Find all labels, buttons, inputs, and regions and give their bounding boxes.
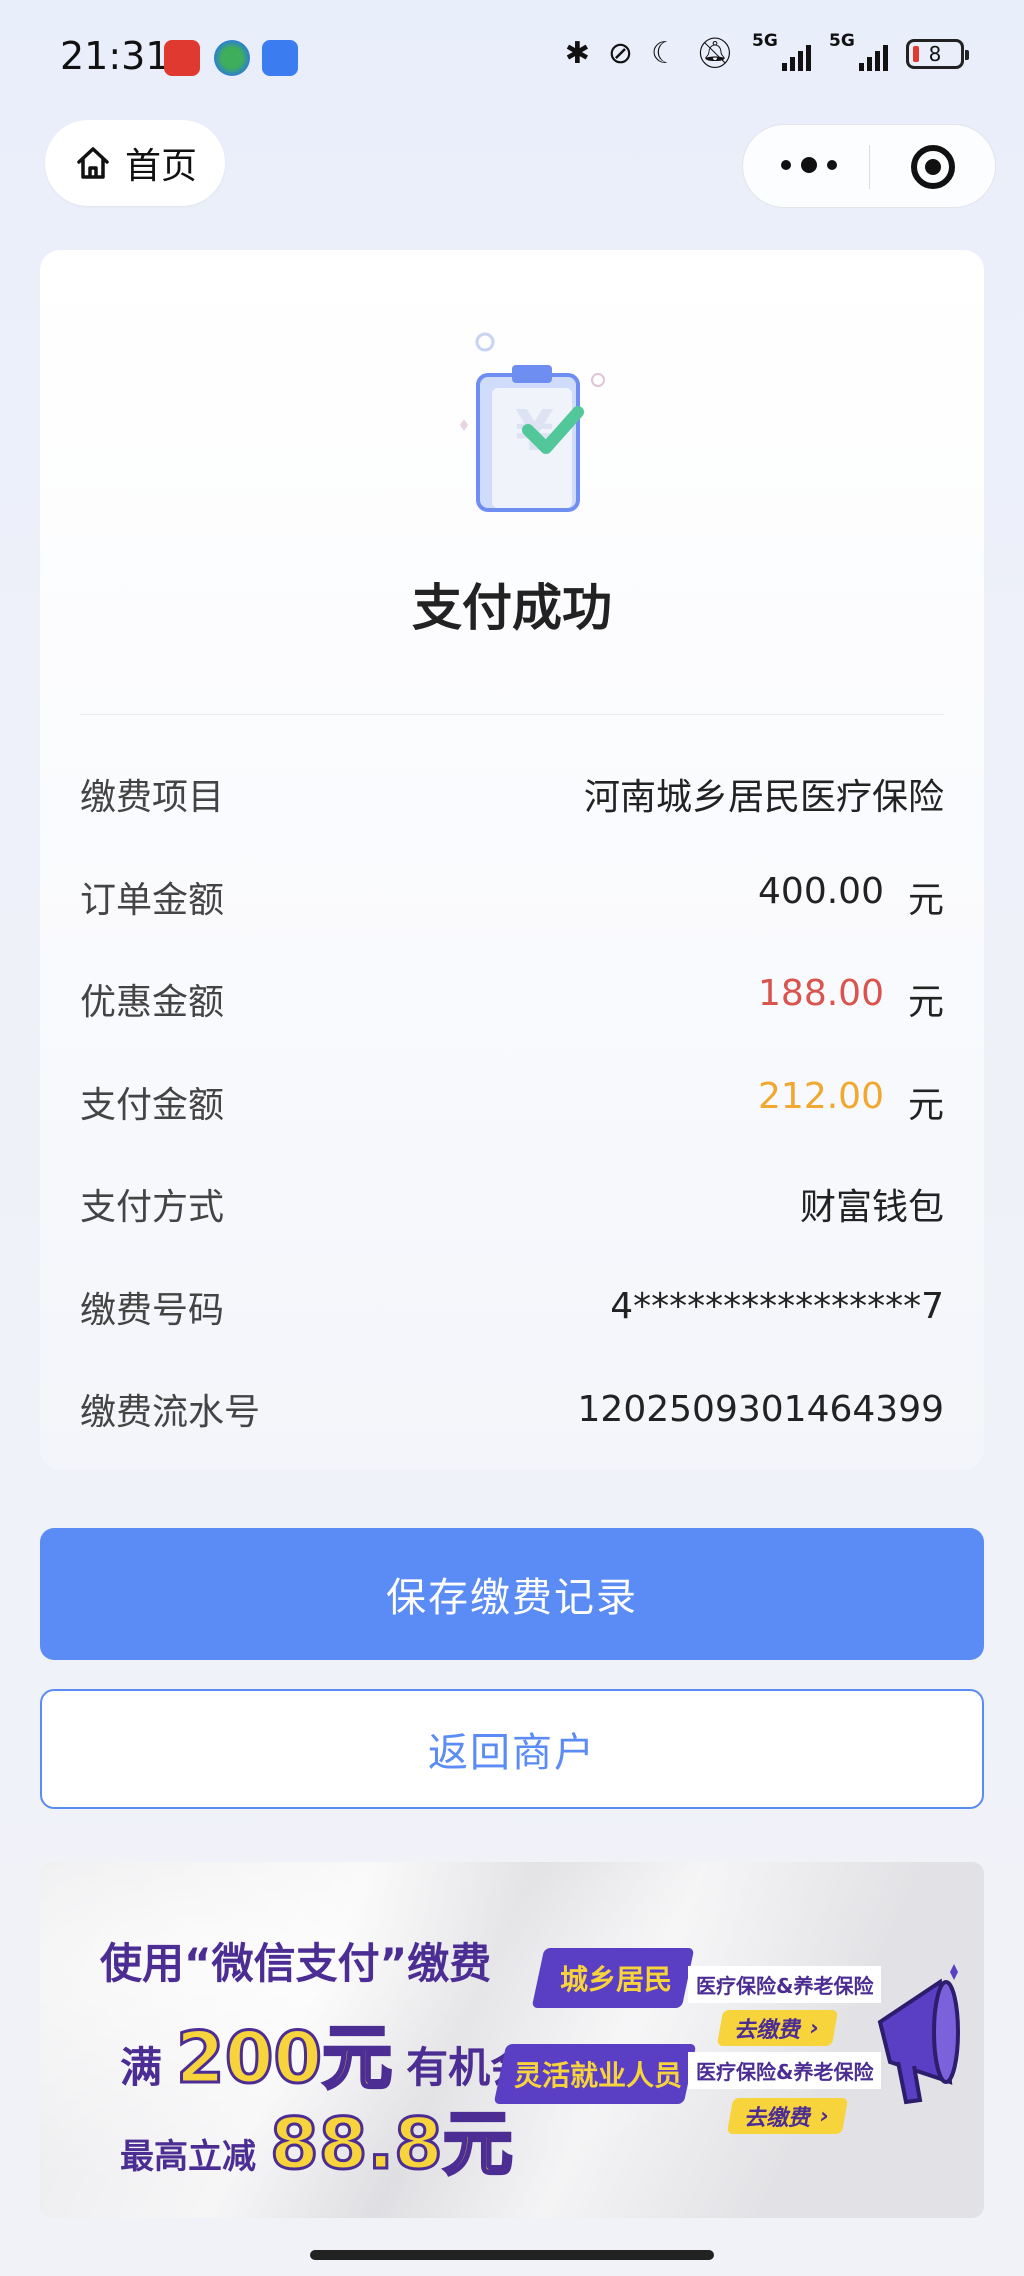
signal-icon: 5G xyxy=(752,31,811,71)
go-label-1: 去缴费 xyxy=(733,2018,804,2043)
payment-success-illustration: ¥ xyxy=(460,332,605,512)
banner-option-flexible-sub: 医疗保险&养老保险 xyxy=(688,2052,882,2089)
detail-value-group: 212.00 元 xyxy=(758,1076,944,1128)
link-icon: ⊘ xyxy=(607,36,633,71)
detail-value-group: 188.00 元 xyxy=(758,973,944,1025)
bluetooth-icon: ✱ xyxy=(564,36,590,71)
detail-value-group: 1202509301464399 xyxy=(578,1389,944,1430)
save-record-button[interactable]: 保存缴费记录 xyxy=(40,1528,984,1660)
home-label: 首页 xyxy=(124,146,197,187)
more-button[interactable] xyxy=(781,157,837,173)
detail-row: 缴费项目 河南城乡居民医疗保险 xyxy=(80,764,944,824)
detail-unit: 元 xyxy=(907,879,944,921)
banner-discount-amount: 88.8元 xyxy=(269,2102,515,2187)
banner-option-residents-sub: 医疗保险&养老保险 xyxy=(688,1966,882,2003)
capsule-divider xyxy=(869,145,870,189)
detail-value: 河南城乡居民医疗保险 xyxy=(583,777,944,818)
detail-value: 188.00 xyxy=(758,973,884,1014)
payment-result-card: ¥ 支付成功 缴费项目 河南城乡居民医疗保险 订单金额 400.00 元优惠金额 188.… xyxy=(40,250,984,1470)
signal-icon-2: 5G xyxy=(829,31,888,71)
browser-app-icon xyxy=(214,40,250,76)
banner-option-residents-go-button[interactable]: 去缴费 › xyxy=(716,2010,838,2046)
home-indicator[interactable] xyxy=(310,2250,714,2260)
moon-icon: ☾ xyxy=(651,36,678,71)
detail-label: 优惠金额 xyxy=(80,982,225,1023)
link-app-icon xyxy=(262,40,298,76)
banner-option-residents[interactable]: 城乡居民 xyxy=(560,1958,672,1998)
detail-row: 缴费流水号 1202509301464399 xyxy=(80,1379,944,1439)
detail-value: 212.00 xyxy=(758,1075,884,1117)
home-icon xyxy=(77,147,109,179)
detail-value: 财富钱包 xyxy=(799,1187,944,1228)
megaphone-icon xyxy=(877,1964,960,2105)
detail-value-group: 400.00 元 xyxy=(758,871,944,923)
network-type: 5G xyxy=(752,30,778,51)
divider xyxy=(80,714,944,715)
network-type-2: 5G xyxy=(829,30,855,51)
detail-label: 缴费号码 xyxy=(80,1289,225,1331)
home-button[interactable]: 首页 xyxy=(45,120,225,206)
banner-discount: 最高立减 88.8元 xyxy=(120,2088,515,2189)
banner-threshold-prefix: 满 xyxy=(120,2043,163,2092)
detail-label: 缴费项目 xyxy=(80,777,225,818)
go-label-2: 去缴费 xyxy=(743,2106,814,2131)
status-bar: 21:31 ✱ ⊘ ☾ 🔕︎ 5G 5G 8 xyxy=(0,0,1024,120)
detail-row: 订单金额 400.00 元 xyxy=(80,867,944,927)
detail-label: 订单金额 xyxy=(80,879,225,921)
detail-label: 缴费流水号 xyxy=(80,1392,261,1433)
miniprogram-capsule xyxy=(742,124,996,208)
detail-row: 优惠金额 188.00 元 xyxy=(80,969,944,1029)
detail-row: 支付方式 财富钱包 xyxy=(80,1174,944,1234)
battery-icon: 8 xyxy=(906,38,969,69)
bell-muted-icon: 🔕︎ xyxy=(695,36,734,71)
detail-label: 支付金额 xyxy=(80,1084,225,1126)
detail-value-group: 河南城乡居民医疗保险 xyxy=(584,768,944,820)
banner-option-flexible[interactable]: 灵活就业人员 xyxy=(514,2054,682,2094)
back-to-merchant-button[interactable]: 返回商户 xyxy=(40,1689,984,1809)
detail-value-group: 财富钱包 xyxy=(800,1178,944,1230)
banner-headline: 使用“微信支付”缴费 xyxy=(100,1939,492,1988)
news-app-icon xyxy=(164,40,200,76)
detail-value: 400.00 xyxy=(758,870,884,912)
detail-value: 1202509301464399 xyxy=(577,1388,944,1430)
detail-value: 4****************7 xyxy=(610,1286,944,1327)
payment-success-title: 支付成功 xyxy=(412,579,612,637)
battery-level: 8 xyxy=(928,41,942,66)
wechat-pay-promo-banner[interactable]: 使用“微信支付”缴费 满 200元 有机会 最高立减 88.8元 城乡居民 医疗… xyxy=(40,1862,984,2218)
detail-unit: 元 xyxy=(907,982,944,1023)
banner-option-flexible-go-button[interactable]: 去缴费 › xyxy=(726,2098,848,2134)
detail-label: 支付方式 xyxy=(80,1187,225,1228)
detail-row: 缴费号码 4****************7 xyxy=(80,1277,944,1337)
detail-value-group: 4****************7 xyxy=(610,1286,944,1327)
detail-unit: 元 xyxy=(907,1084,944,1126)
banner-discount-prefix: 最高立减 xyxy=(120,2137,256,2177)
close-miniprogram-button[interactable] xyxy=(911,145,955,189)
detail-row: 支付金额 212.00 元 xyxy=(80,1072,944,1132)
status-time: 21:31 xyxy=(60,34,170,78)
